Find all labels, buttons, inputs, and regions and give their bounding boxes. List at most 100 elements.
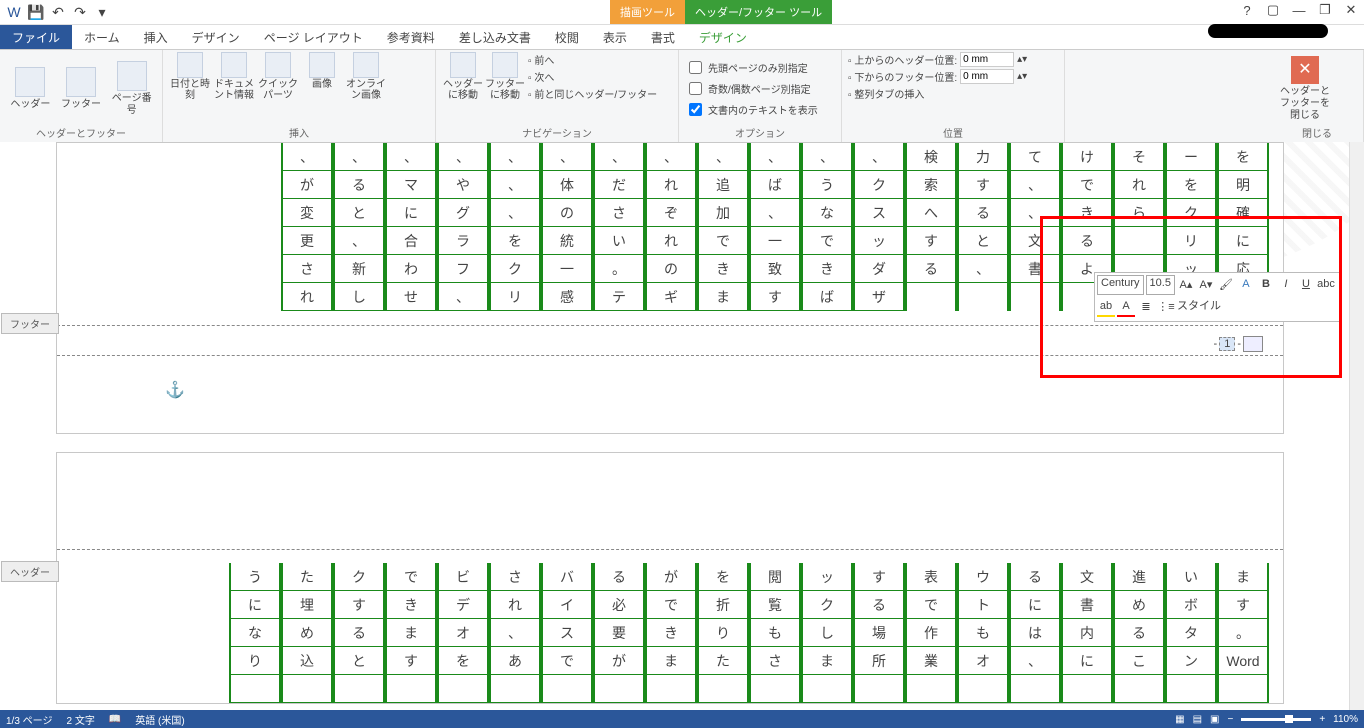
group-pos-label: 位置 (848, 125, 1058, 140)
page-number-field[interactable]: - 1 - (1214, 336, 1263, 352)
close-window-icon[interactable]: ✕ (1340, 2, 1362, 18)
status-lang[interactable]: 英語 (米国) (135, 712, 184, 727)
genkouyoushi-col: うになり (229, 563, 281, 703)
opt-check[interactable]: 奇数/偶数ページ別指定 (685, 79, 835, 98)
italic-icon[interactable]: I (1277, 275, 1295, 293)
genkouyoushi-col: できます (385, 563, 437, 703)
ribbon-btn[interactable]: ヘッダーに移動 (442, 52, 484, 125)
genkouyoushi-col: 閲覧もさ (749, 563, 801, 703)
tab-3[interactable]: デザイン (180, 25, 252, 49)
shrink-font-icon[interactable]: A▾ (1197, 275, 1215, 293)
strike-icon[interactable]: abc (1317, 275, 1335, 293)
group-opts-label: オプション (685, 125, 835, 140)
pos-row[interactable]: ▫ 上からのヘッダー位置: ▴▾ (848, 52, 1058, 67)
ribbon-btn[interactable]: フッター (57, 52, 106, 125)
genkouyoushi-col: を折りた (697, 563, 749, 703)
underline-icon[interactable]: U (1297, 275, 1315, 293)
genkouyoushi-col: 、マに合わせ (385, 143, 437, 311)
genkouyoushi-col: ビデオを (437, 563, 489, 703)
status-proof-icon[interactable]: 📖 (109, 714, 121, 725)
mini-styles[interactable]: スタイル (1177, 297, 1221, 319)
mini-toolbar[interactable]: Century 10.5 A▴ A▾ 🖌 A B I U abc ab A ≣ … (1094, 272, 1340, 322)
ribbon-btn[interactable]: フッターに移動 (484, 52, 526, 125)
clear-format-icon[interactable]: A (1237, 275, 1255, 293)
tab-1[interactable]: ホーム (72, 25, 132, 49)
qat-more-icon[interactable]: ▾ (92, 2, 112, 22)
opt-check[interactable]: 文書内のテキストを表示 (685, 100, 835, 119)
bold-icon[interactable]: B (1257, 275, 1275, 293)
genkouyoushi-col: 検索へする (905, 143, 957, 311)
tab-9[interactable]: 書式 (639, 25, 687, 49)
bullets-icon[interactable]: ≣ (1137, 297, 1155, 315)
mini-font[interactable]: Century (1097, 275, 1144, 295)
footer-tag: フッター (1, 313, 59, 334)
help-icon[interactable]: ? (1236, 3, 1258, 18)
genkouyoushi-col: ができま (645, 563, 697, 703)
pos-row[interactable]: ▫ 下からのフッター位置: ▴▾ (848, 69, 1058, 84)
genkouyoushi-col: 、追加できま (697, 143, 749, 311)
genkouyoushi-col: 、体の統一感 (541, 143, 593, 311)
tab-0[interactable]: ファイル (0, 25, 72, 49)
genkouyoushi-col: 力すると、 (957, 143, 1009, 311)
minimize-icon[interactable]: — (1288, 3, 1310, 18)
nav-link[interactable]: ▫ 前へ (528, 52, 657, 67)
save-icon[interactable]: 💾 (26, 2, 46, 22)
view-read-icon[interactable]: ▤ (1193, 714, 1202, 725)
undo-icon[interactable]: ↶ (48, 2, 68, 22)
word-icon: W (4, 2, 24, 22)
ribbon-btn[interactable]: 日付と時刻 (169, 52, 211, 125)
header-tag: ヘッダー (1, 561, 59, 582)
ribbon-btn[interactable]: クイック パーツ (257, 52, 299, 125)
highlight-icon[interactable]: ab (1097, 297, 1115, 317)
genkouyoushi-col: 、、、をクリ (489, 143, 541, 311)
ctx-tab-hf: ヘッダー/フッター ツール (685, 0, 832, 24)
nav-link[interactable]: ▫ 前と同じヘッダー/フッター (528, 86, 657, 101)
genkouyoushi-col: 、うなできば (801, 143, 853, 311)
nav-link[interactable]: ▫ 次へ (528, 69, 657, 84)
format-painter-icon[interactable]: 🖌 (1217, 275, 1235, 293)
tab-4[interactable]: ページ レイアウト (252, 25, 375, 49)
zoom-level[interactable]: 110% (1333, 714, 1358, 725)
ribbon-btn[interactable]: ドキュメント情報 (213, 52, 255, 125)
ribbon-btn[interactable]: オンライン画像 (345, 52, 387, 125)
ribbon-toggle-icon[interactable]: ▢ (1262, 2, 1284, 18)
status-words[interactable]: 2 文字 (66, 712, 94, 727)
vertical-scrollbar[interactable] (1349, 142, 1364, 710)
ctx-tab-draw: 描画ツール (610, 0, 685, 24)
font-color-icon[interactable]: A (1117, 297, 1135, 317)
view-web-icon[interactable]: ▣ (1210, 714, 1219, 725)
numbering-icon[interactable]: ⋮≡ (1157, 297, 1175, 315)
genkouyoushi-col: する場所 (853, 563, 905, 703)
status-page[interactable]: 1/3 ページ (6, 712, 52, 727)
genkouyoushi-col: ックしま (801, 563, 853, 703)
tab-10[interactable]: デザイン (687, 25, 759, 49)
zoom-in-icon[interactable]: + (1319, 714, 1325, 725)
tab-2[interactable]: 挿入 (132, 25, 180, 49)
genkouyoushi-col: 、れぞれのギ (645, 143, 697, 311)
user-account[interactable] (1208, 24, 1328, 38)
genkouyoushi-col: 、ると、新し (333, 143, 385, 311)
zoom-out-icon[interactable]: − (1227, 714, 1233, 725)
genkouyoushi-col: るには、 (1009, 563, 1061, 703)
tab-6[interactable]: 差し込み文書 (447, 25, 543, 49)
group-nav-label: ナビゲーション (442, 125, 672, 140)
genkouyoushi-col: ウトもオ (957, 563, 1009, 703)
ribbon-btn[interactable]: ページ番号 (107, 52, 156, 125)
ribbon-btn[interactable]: ヘッダー (6, 52, 55, 125)
close-hf-button[interactable]: ✕ヘッダーとフッターを閉じる (1277, 52, 1333, 125)
genkouyoushi-col: いボタン (1165, 563, 1217, 703)
anchor-icon: ⚓ (165, 380, 185, 400)
genkouyoushi-col: る必要が (593, 563, 645, 703)
maximize-icon[interactable]: ❐ (1314, 2, 1336, 18)
tab-5[interactable]: 参考資料 (375, 25, 447, 49)
opt-check[interactable]: 先頭ページのみ別指定 (685, 58, 835, 77)
align-tab-btn[interactable]: ▫ 整列タブの挿入 (848, 86, 1058, 101)
view-print-icon[interactable]: ▦ (1175, 714, 1184, 725)
group-close-label: 閉じる (1277, 125, 1357, 140)
grow-font-icon[interactable]: A▴ (1177, 275, 1195, 293)
ribbon-btn[interactable]: 画像 (301, 52, 343, 125)
redo-icon[interactable]: ↷ (70, 2, 90, 22)
tab-7[interactable]: 校閲 (543, 25, 591, 49)
tab-8[interactable]: 表示 (591, 25, 639, 49)
mini-size[interactable]: 10.5 (1146, 275, 1175, 295)
